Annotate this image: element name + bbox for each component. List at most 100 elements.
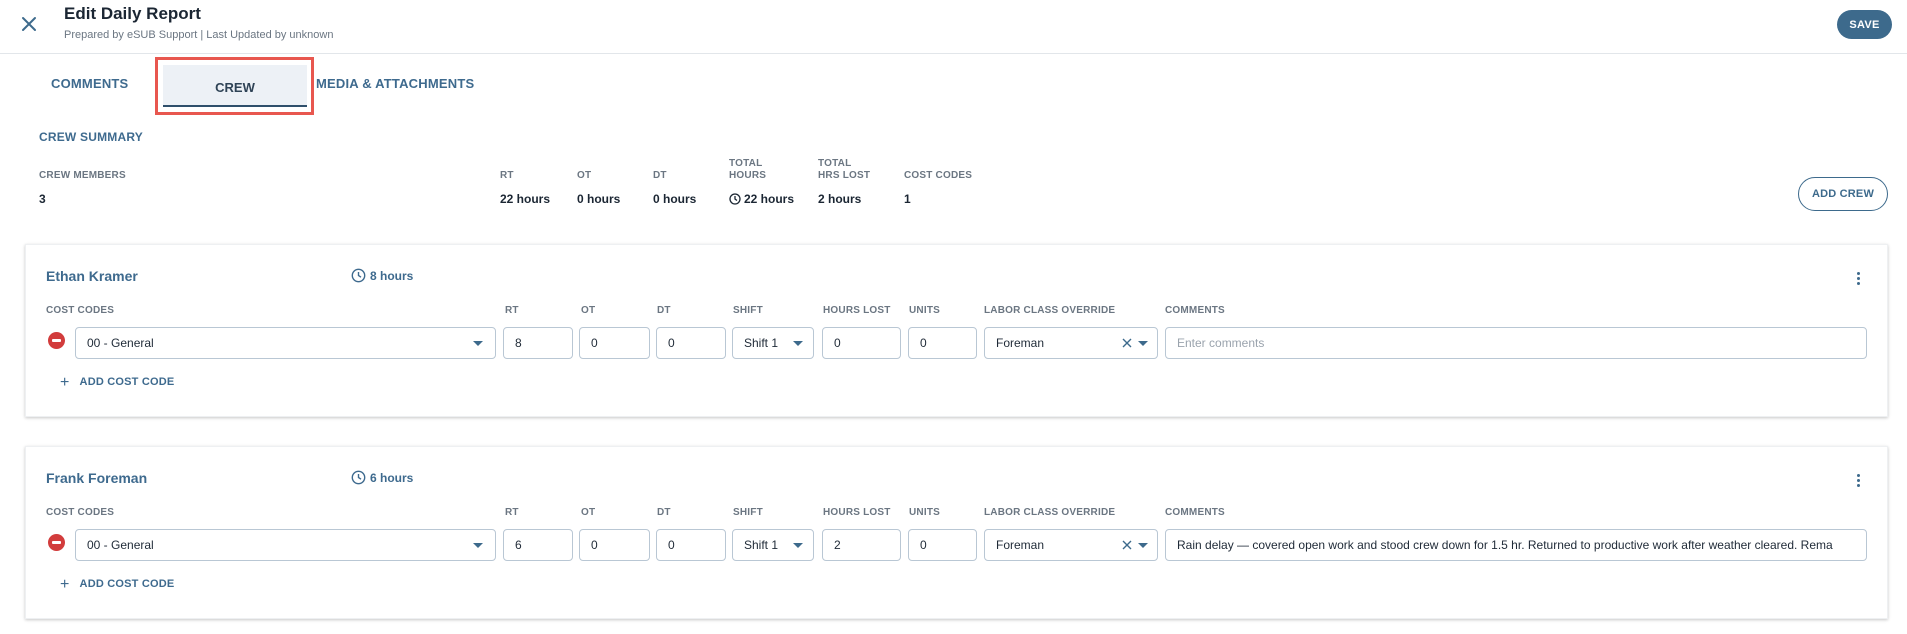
rt-input[interactable]: 6 bbox=[503, 529, 573, 561]
cost-codes-value: 1 bbox=[904, 192, 911, 206]
comments-input[interactable]: Enter comments bbox=[1165, 327, 1867, 359]
col-comments-label: COMMENTS bbox=[1165, 305, 1225, 316]
total-hrs-lost-label-line2: HRS LOST bbox=[818, 170, 871, 181]
add-cost-code-button[interactable]: + ADD COST CODE bbox=[60, 576, 174, 594]
units-input[interactable]: 0 bbox=[908, 529, 977, 561]
col-ot-label: OT bbox=[581, 305, 596, 316]
crew-card: Frank Foreman 6 hours COST CODES RT OT D… bbox=[25, 446, 1888, 619]
col-labor-class-label: LABOR CLASS OVERRIDE bbox=[984, 305, 1116, 316]
add-cost-code-label: ADD COST CODE bbox=[79, 376, 175, 388]
total-hrs-lost-label-line1: TOTAL bbox=[818, 158, 852, 169]
crew-member-hours: 6 hours bbox=[351, 470, 413, 485]
hours-lost-input[interactable]: 0 bbox=[822, 327, 901, 359]
chevron-down-icon bbox=[1138, 543, 1148, 548]
crew-member-name[interactable]: Ethan Kramer bbox=[46, 268, 138, 284]
crew-summary-title: CREW SUMMARY bbox=[39, 130, 143, 144]
close-icon[interactable] bbox=[18, 13, 40, 35]
col-units-label: UNITS bbox=[909, 305, 940, 316]
comments-input[interactable]: Rain delay — covered open work and stood… bbox=[1165, 529, 1867, 561]
clear-icon[interactable] bbox=[1121, 337, 1133, 349]
units-input[interactable]: 0 bbox=[908, 327, 977, 359]
col-cost-codes-label: COST CODES bbox=[46, 305, 115, 316]
col-shift-label: SHIFT bbox=[733, 305, 763, 316]
crew-member-hours: 8 hours bbox=[351, 268, 413, 283]
labor-class-value: Foreman bbox=[996, 538, 1045, 552]
total-hrs-lost-value: 2 hours bbox=[818, 192, 862, 206]
dt-label: DT bbox=[653, 170, 667, 181]
crew-card: Ethan Kramer 8 hours COST CODES RT OT DT… bbox=[25, 244, 1888, 417]
crew-members-label: CREW MEMBERS bbox=[39, 170, 126, 181]
clock-icon bbox=[351, 470, 366, 485]
chevron-down-icon bbox=[473, 543, 483, 548]
col-dt-label: DT bbox=[657, 507, 671, 518]
header: Edit Daily Report Prepared by eSUB Suppo… bbox=[0, 0, 1907, 54]
cost-code-value: 00 - General bbox=[87, 538, 154, 552]
tab-crew[interactable]: CREW bbox=[163, 65, 307, 107]
tab-comments[interactable]: COMMENTS bbox=[51, 76, 128, 91]
col-cost-codes-label: COST CODES bbox=[46, 507, 115, 518]
crew-member-hours-text: 8 hours bbox=[370, 269, 414, 283]
tab-media-attachments[interactable]: MEDIA & ATTACHMENTS bbox=[316, 76, 474, 91]
crew-members-value: 3 bbox=[39, 192, 46, 206]
col-hours-lost-label: HOURS LOST bbox=[823, 305, 891, 316]
clear-icon[interactable] bbox=[1121, 539, 1133, 551]
save-button[interactable]: SAVE bbox=[1837, 10, 1892, 39]
labor-class-value: Foreman bbox=[996, 336, 1045, 350]
page-title: Edit Daily Report bbox=[64, 4, 201, 23]
total-hours-label-line1: TOTAL bbox=[729, 158, 763, 169]
dt-input[interactable]: 0 bbox=[656, 529, 726, 561]
plus-icon: + bbox=[60, 374, 70, 391]
more-options-icon[interactable] bbox=[1853, 474, 1863, 490]
total-hours-label: TOTAL HOURS bbox=[729, 158, 766, 182]
plus-icon: + bbox=[60, 576, 70, 593]
hours-lost-input[interactable]: 2 bbox=[822, 529, 901, 561]
chevron-down-icon bbox=[793, 341, 803, 346]
shift-select[interactable]: Shift 1 bbox=[732, 529, 814, 561]
col-ot-label: OT bbox=[581, 507, 596, 518]
col-rt-label: RT bbox=[505, 305, 519, 316]
remove-cost-code-button[interactable] bbox=[48, 534, 65, 551]
total-hrs-lost-label: TOTAL HRS LOST bbox=[818, 158, 870, 182]
col-units-label: UNITS bbox=[909, 507, 940, 518]
cost-code-value: 00 - General bbox=[87, 336, 154, 350]
col-labor-class-label: LABOR CLASS OVERRIDE bbox=[984, 507, 1116, 518]
ot-input[interactable]: 0 bbox=[579, 327, 650, 359]
clock-icon bbox=[351, 268, 366, 283]
total-hours-text: 22 hours bbox=[744, 192, 795, 206]
add-cost-code-label: ADD COST CODE bbox=[79, 578, 175, 590]
col-rt-label: RT bbox=[505, 507, 519, 518]
tab-crew-label: CREW bbox=[215, 80, 255, 95]
add-crew-button[interactable]: ADD CREW bbox=[1798, 177, 1888, 211]
total-hours-label-line2: HOURS bbox=[729, 170, 767, 181]
shift-value: Shift 1 bbox=[744, 336, 779, 350]
add-cost-code-button[interactable]: + ADD COST CODE bbox=[60, 374, 174, 392]
crew-member-name[interactable]: Frank Foreman bbox=[46, 470, 147, 486]
total-hours-value: 22 hours bbox=[729, 192, 794, 206]
col-dt-label: DT bbox=[657, 305, 671, 316]
labor-class-select[interactable]: Foreman bbox=[984, 529, 1158, 561]
tab-crew-highlight: CREW bbox=[155, 57, 314, 115]
rt-value: 22 hours bbox=[500, 192, 551, 206]
chevron-down-icon bbox=[1138, 341, 1148, 346]
crew-member-hours-text: 6 hours bbox=[370, 471, 414, 485]
remove-cost-code-button[interactable] bbox=[48, 332, 65, 349]
cost-code-select[interactable]: 00 - General bbox=[75, 529, 496, 561]
labor-class-select[interactable]: Foreman bbox=[984, 327, 1158, 359]
dt-value: 0 hours bbox=[653, 192, 697, 206]
ot-label: OT bbox=[577, 170, 592, 181]
rt-label: RT bbox=[500, 170, 514, 181]
cost-code-select[interactable]: 00 - General bbox=[75, 327, 496, 359]
shift-select[interactable]: Shift 1 bbox=[732, 327, 814, 359]
ot-value: 0 hours bbox=[577, 192, 621, 206]
chevron-down-icon bbox=[473, 341, 483, 346]
ot-input[interactable]: 0 bbox=[579, 529, 650, 561]
col-shift-label: SHIFT bbox=[733, 507, 763, 518]
clock-icon bbox=[729, 193, 741, 205]
dt-input[interactable]: 0 bbox=[656, 327, 726, 359]
more-options-icon[interactable] bbox=[1853, 272, 1863, 288]
shift-value: Shift 1 bbox=[744, 538, 779, 552]
page-subtitle: Prepared by eSUB Support | Last Updated … bbox=[64, 29, 334, 41]
col-hours-lost-label: HOURS LOST bbox=[823, 507, 891, 518]
rt-input[interactable]: 8 bbox=[503, 327, 573, 359]
col-comments-label: COMMENTS bbox=[1165, 507, 1225, 518]
